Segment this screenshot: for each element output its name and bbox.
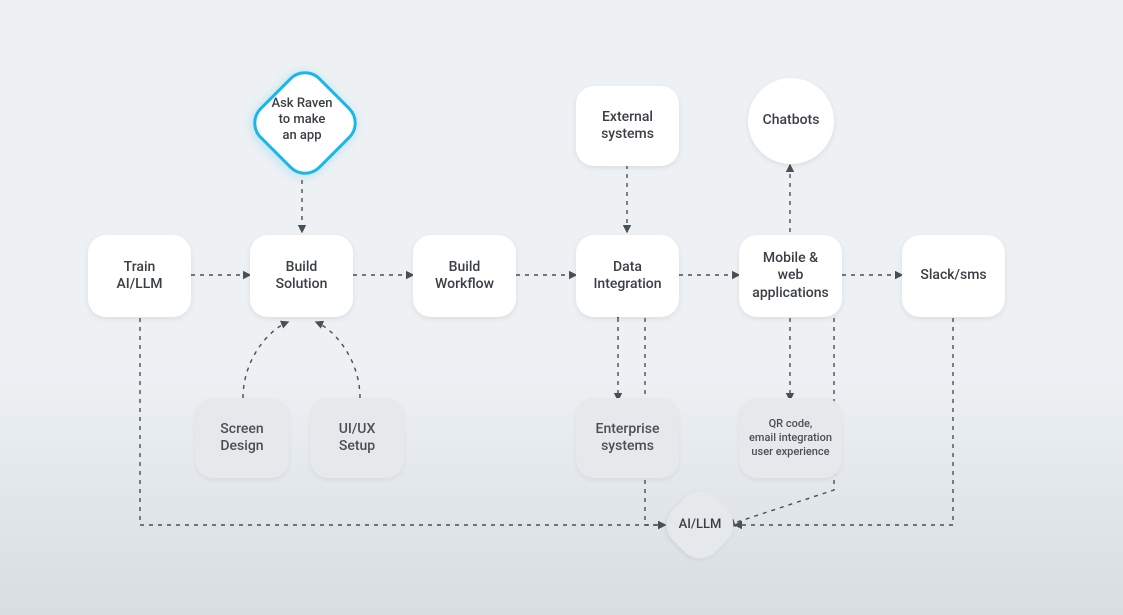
node-ask-raven-label: Ask Ravento makean app <box>247 80 357 160</box>
node-ai-llm-label: AI/LLM <box>652 500 748 550</box>
node-external-systems: Externalsystems <box>576 86 679 166</box>
node-slack-sms: Slack/sms <box>902 235 1005 317</box>
node-data-integration: DataIntegration <box>576 235 679 317</box>
node-build-workflow: BuildWorkflow <box>413 235 516 317</box>
node-uiux-setup: UI/UXSetup <box>310 398 404 478</box>
node-mobile-web: Mobile &webapplications <box>739 235 842 317</box>
node-chatbots: Chatbots <box>748 78 834 164</box>
node-train-ai-llm: TrainAI/LLM <box>88 235 191 317</box>
node-enterprise-systems: Enterprisesystems <box>576 398 679 478</box>
node-qr-email: QR code,email integrationuser experience <box>739 398 842 478</box>
node-build-solution: BuildSolution <box>250 235 353 317</box>
node-screen-design: ScreenDesign <box>195 398 289 478</box>
